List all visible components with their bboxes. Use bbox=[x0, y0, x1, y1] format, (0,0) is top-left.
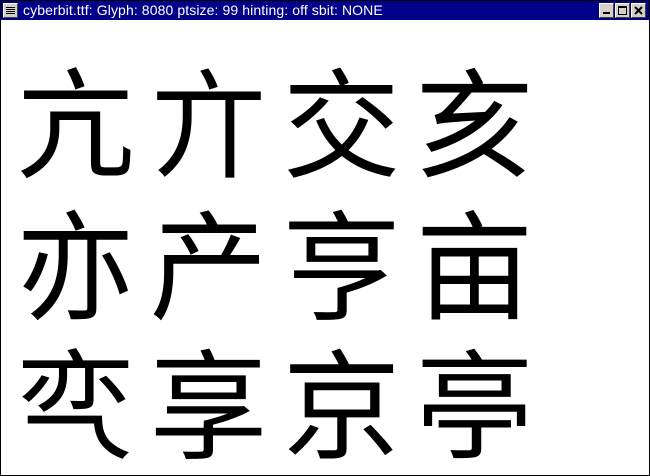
maximize-icon bbox=[618, 6, 627, 15]
glyph-cell: 亣 bbox=[149, 58, 268, 196]
ftview-window: cyberbit.ttf: Glyph: 8080 ptsize: 99 hin… bbox=[0, 0, 650, 476]
glyph-cell: 产 bbox=[149, 200, 268, 338]
close-icon bbox=[634, 6, 643, 15]
glyph-cell: 亨 bbox=[282, 200, 401, 338]
minimize-button[interactable] bbox=[599, 3, 614, 18]
glyph-cell: 亢 bbox=[16, 58, 135, 196]
glyph-cell: 亩 bbox=[415, 200, 534, 338]
glyph-cell: 京 bbox=[282, 339, 401, 476]
glyph-canvas: 亢 亣 交 亥 亦 产 亨 亩 亪 享 京 亭 bbox=[1, 21, 649, 475]
minimize-icon bbox=[603, 12, 610, 14]
glyph-cell: 交 bbox=[282, 58, 401, 196]
close-button[interactable] bbox=[631, 3, 646, 18]
glyph-cell: 亭 bbox=[415, 339, 534, 476]
maximize-button[interactable] bbox=[615, 3, 630, 18]
window-title: cyberbit.ttf: Glyph: 8080 ptsize: 99 hin… bbox=[23, 2, 383, 18]
glyph-cell: 亦 bbox=[16, 200, 135, 338]
glyph-cell: 亪 bbox=[16, 339, 135, 476]
window-menu-icon[interactable] bbox=[3, 3, 18, 18]
titlebar[interactable]: cyberbit.ttf: Glyph: 8080 ptsize: 99 hin… bbox=[1, 1, 649, 20]
glyph-cell: 享 bbox=[149, 339, 268, 476]
glyph-cell: 亥 bbox=[415, 58, 534, 196]
